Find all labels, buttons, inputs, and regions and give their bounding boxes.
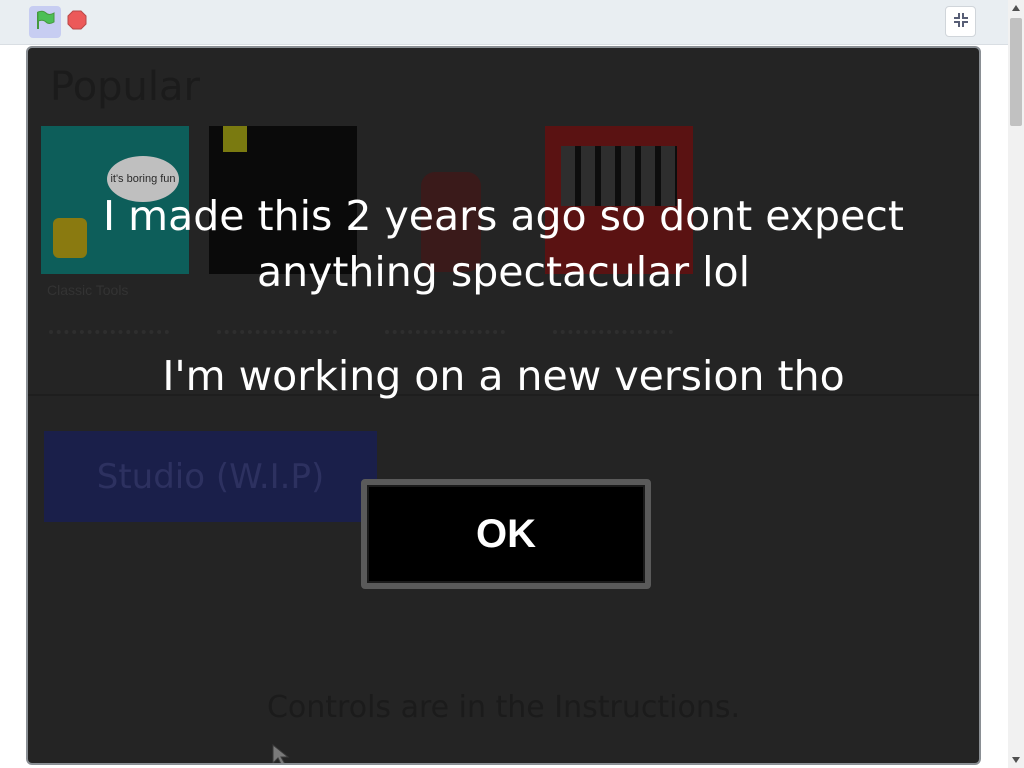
exit-fullscreen-icon — [952, 11, 970, 33]
dialog-message: I made this 2 years ago so dont expect a… — [28, 188, 979, 300]
card-meta — [553, 330, 673, 338]
card-meta — [217, 330, 337, 338]
popular-heading: Popular — [50, 64, 200, 110]
mouse-cursor-icon — [272, 743, 292, 763]
dialog-message-line: I'm working on a new version tho — [162, 352, 845, 400]
green-flag-button[interactable] — [29, 6, 61, 38]
dialog-message-line: I made this 2 years ago so dont expect — [103, 192, 904, 240]
ok-button[interactable]: OK — [361, 479, 651, 589]
scroll-down-arrow-icon[interactable] — [1008, 752, 1024, 768]
green-flag-icon — [34, 9, 56, 35]
stage[interactable]: Popular it's boring fun Classic Tools St… — [26, 46, 981, 765]
ok-button-label: OK — [476, 511, 536, 556]
dimmed-project-background: Popular it's boring fun Classic Tools St… — [28, 48, 979, 763]
stop-icon — [67, 10, 87, 34]
controls-bar — [0, 0, 1008, 45]
stop-button[interactable] — [67, 10, 87, 34]
card-tag — [223, 126, 247, 152]
card-meta — [49, 330, 169, 338]
page-scrollbar[interactable] — [1008, 0, 1024, 768]
scroll-up-arrow-icon[interactable] — [1008, 0, 1024, 16]
card-meta — [385, 330, 505, 338]
controls-hint: Controls are in the Instructions. — [266, 690, 741, 725]
studio-button: Studio (W.I.P) — [44, 431, 377, 522]
scrollbar-thumb[interactable] — [1010, 18, 1022, 126]
exit-fullscreen-button[interactable] — [945, 6, 976, 37]
dialog-message-line: anything spectacular lol — [256, 248, 751, 296]
